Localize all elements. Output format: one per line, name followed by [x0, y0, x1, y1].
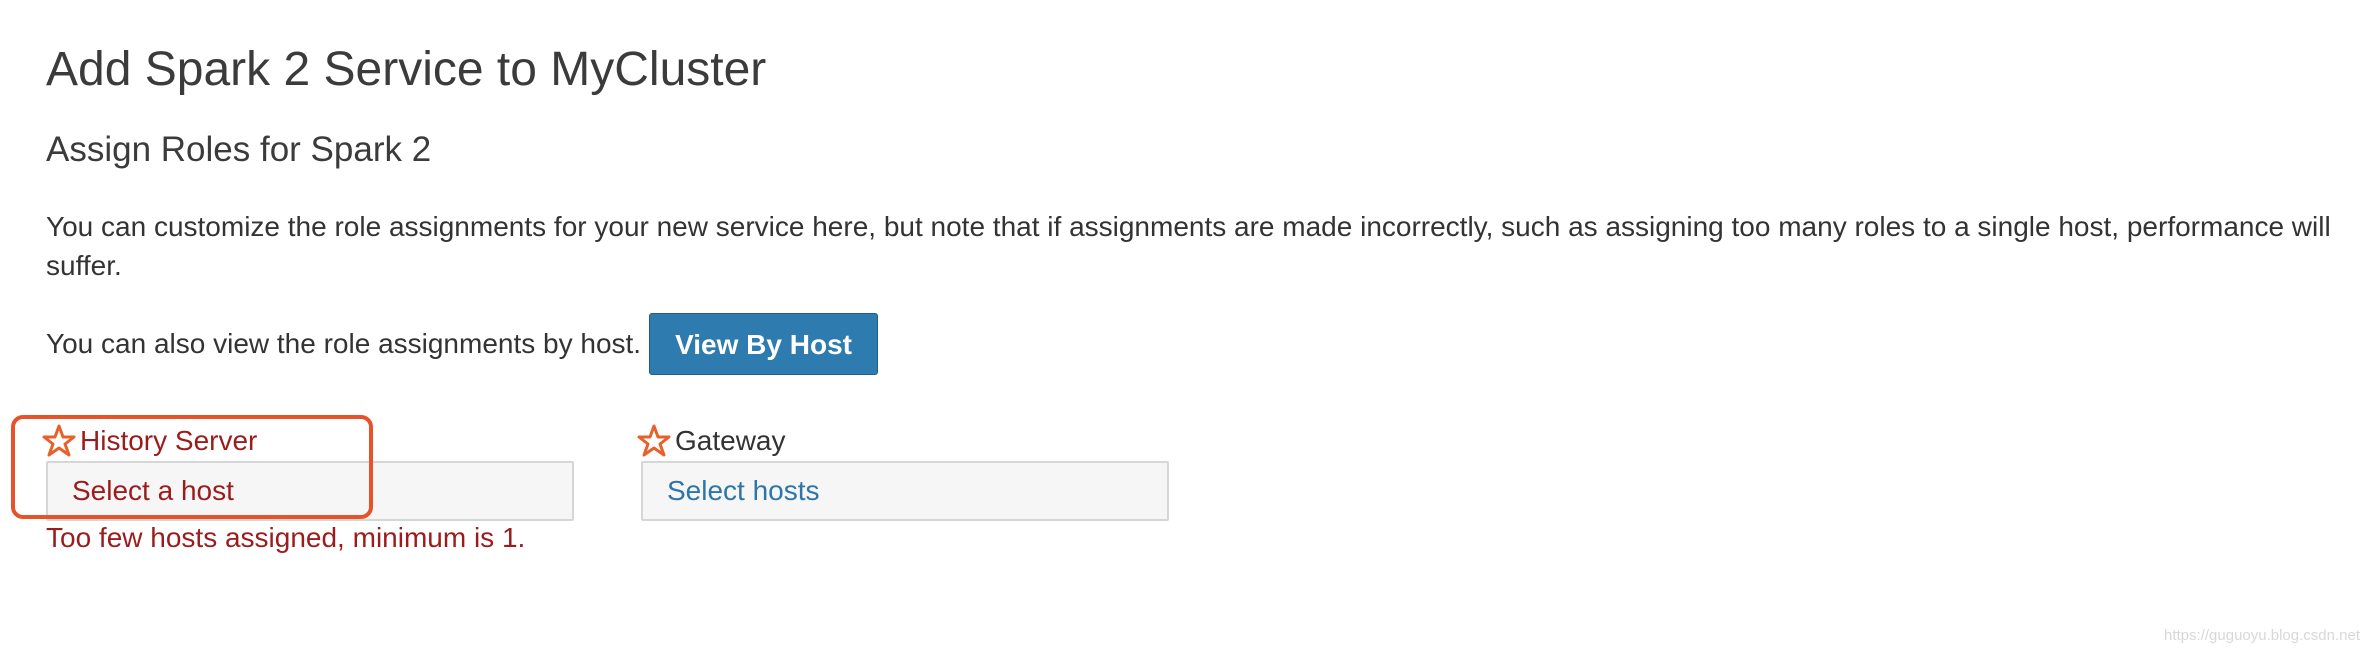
role-gateway: Gateway Select hosts	[637, 421, 1169, 521]
role-history-server: History Server Select a host	[42, 421, 574, 521]
role-label-history-server: History Server	[42, 421, 574, 461]
view-by-host-text: You can also view the role assignments b…	[46, 328, 642, 359]
history-server-validation-message: Too few hosts assigned, minimum is 1.	[46, 522, 526, 553]
watermark: https://guguoyu.blog.csdn.net	[2164, 627, 2360, 644]
view-by-host-button[interactable]: View By Host	[649, 313, 878, 375]
page-subtitle: Assign Roles for Spark 2	[46, 130, 432, 169]
page-title: Add Spark 2 Service to MyCluster	[46, 43, 767, 96]
gateway-host-select[interactable]: Select hosts	[641, 461, 1169, 521]
view-by-host-row: You can also view the role assignments b…	[46, 312, 878, 376]
history-server-host-select[interactable]: Select a host	[46, 461, 574, 521]
role-label-gateway: Gateway	[637, 421, 1169, 461]
role-label-text: Gateway	[675, 425, 786, 456]
star-icon	[42, 424, 76, 458]
star-icon	[637, 424, 671, 458]
role-label-text: History Server	[80, 425, 258, 456]
add-service-page: Add Spark 2 Service to MyCluster Assign …	[42, 0, 2354, 658]
role-assignment-description: You can customize the role assignments f…	[46, 211, 2331, 281]
